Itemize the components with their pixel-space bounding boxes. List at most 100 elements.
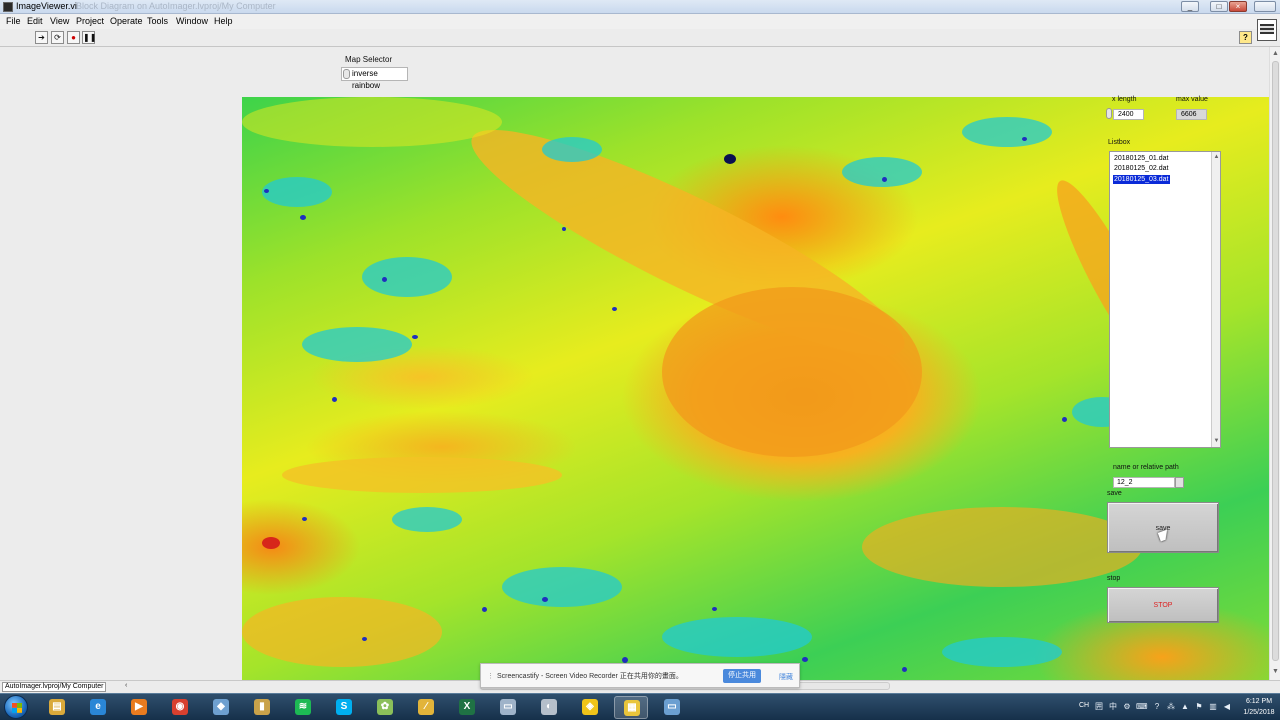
- drag-grip-icon[interactable]: ⋮: [487, 672, 494, 680]
- ime-icon[interactable]: 囲: [1094, 702, 1104, 712]
- menu-project[interactable]: Project: [76, 16, 104, 26]
- path-value: 12_2: [1117, 479, 1133, 486]
- windows-logo-icon: [12, 703, 22, 713]
- project-path: AutoImager.lvproj/My Computer: [2, 682, 107, 692]
- stop-sharing-button[interactable]: 停止共用: [723, 669, 761, 683]
- menu-bar: File Edit View Project Operate Tools Win…: [0, 14, 1280, 29]
- minimize-button[interactable]: _: [1181, 1, 1199, 12]
- chrome-icon: ◉: [172, 699, 188, 715]
- clock-date[interactable]: 1/25/2018: [1241, 709, 1277, 716]
- list-item[interactable]: 20180125_02.dat: [1113, 164, 1170, 173]
- scroll-thumb[interactable]: [1272, 61, 1279, 661]
- app-10-icon: ∕: [418, 699, 434, 715]
- taskbar-app-spotify[interactable]: ≋: [286, 696, 320, 719]
- vi-icon: [1257, 19, 1277, 41]
- taskbar-app-app-10[interactable]: ∕: [409, 696, 443, 719]
- listbox-scrollbar[interactable]: ▲ ▼: [1211, 152, 1220, 447]
- context-help-icon[interactable]: ?: [1239, 31, 1252, 44]
- save-button[interactable]: save: [1107, 502, 1219, 553]
- stop-button[interactable]: STOP: [1107, 587, 1219, 623]
- map-selector-label: Map Selector: [345, 55, 393, 64]
- menu-operate[interactable]: Operate: [110, 16, 143, 26]
- ime-keyboard-icon[interactable]: ⌨: [1136, 702, 1148, 712]
- list-item-selected[interactable]: 20180125_03.dat: [1113, 175, 1170, 184]
- start-button[interactable]: [4, 695, 28, 719]
- spotify-icon: ≋: [295, 699, 311, 715]
- volume-icon[interactable]: ◀: [1222, 702, 1232, 712]
- listbox-scroll-down-icon[interactable]: ▼: [1213, 437, 1220, 445]
- close-button[interactable]: ×: [1229, 1, 1247, 12]
- ring-increment-icon[interactable]: [343, 69, 350, 79]
- taskbar-app-skype[interactable]: S: [327, 696, 361, 719]
- scroll-up-icon[interactable]: ▲: [1271, 49, 1280, 58]
- network-icon[interactable]: ▥: [1208, 702, 1218, 712]
- menu-edit[interactable]: Edit: [27, 16, 43, 26]
- taskbar-app-labview[interactable]: ▦: [614, 696, 648, 719]
- vi-toolbar: ➔ ⟳ ● ❚❚ ?: [0, 29, 1280, 47]
- path-input[interactable]: 12_2: [1113, 477, 1184, 488]
- listbox-label: Listbox: [1108, 139, 1131, 146]
- app-5-icon: ◆: [213, 699, 229, 715]
- maximize-button[interactable]: □: [1210, 1, 1228, 12]
- clock-time[interactable]: 6:12 PM: [1241, 698, 1277, 705]
- run-arrow-icon[interactable]: ➔: [35, 31, 48, 44]
- taskbar-app-app-6[interactable]: ▮: [245, 696, 279, 719]
- x-length-label: x length: [1112, 96, 1137, 103]
- app-13-icon: ◐: [541, 699, 557, 715]
- scroll-down-icon[interactable]: ▼: [1271, 667, 1280, 676]
- status-arrow-icon[interactable]: ‹: [125, 682, 127, 689]
- taskbar-app-media-player[interactable]: ▶: [122, 696, 156, 719]
- ime-mode-icon[interactable]: 中: [1108, 702, 1118, 712]
- browse-folder-icon[interactable]: [1175, 477, 1184, 488]
- map-selector-ring[interactable]: inverse rainbow: [341, 67, 408, 90]
- taskbar-app-chrome[interactable]: ◉: [163, 696, 197, 719]
- window-title: ImageViewer.vi: [16, 1, 77, 11]
- app-14-icon: ◈: [582, 699, 598, 715]
- taskbar-app-app-14[interactable]: ◈: [573, 696, 607, 719]
- system-tray: CH 囲 中 ⚙ ⌨ ? ⁂ ▲ ⚑ ▥ ◀ 6:12 PM 1/25/2018: [1074, 694, 1280, 720]
- taskbar-app-app-5[interactable]: ◆: [204, 696, 238, 719]
- labview-app-icon: [3, 2, 13, 12]
- notification-message: Screencastify - Screen Video Recorder 正在…: [497, 673, 683, 680]
- x-length-input[interactable]: 2400: [1113, 109, 1144, 120]
- hide-link[interactable]: 隱藏: [779, 672, 793, 682]
- menu-help[interactable]: Help: [214, 16, 233, 26]
- taskbar-app-explorer[interactable]: ▤: [40, 696, 74, 719]
- window-titlebar: ImageViewer.vi Block Diagram on AutoImag…: [0, 0, 1280, 14]
- app-6-icon: ▮: [254, 699, 270, 715]
- run-continuously-icon[interactable]: ⟳: [51, 31, 64, 44]
- taskbar-app-excel[interactable]: X: [450, 696, 484, 719]
- taskbar-app-ie[interactable]: e: [81, 696, 115, 719]
- help-tray-icon[interactable]: ?: [1152, 702, 1162, 712]
- taskbar-app-app-9[interactable]: ✿: [368, 696, 402, 719]
- skype-icon: S: [336, 699, 352, 715]
- menu-file[interactable]: File: [6, 16, 21, 26]
- map-selector-value: inverse rainbow: [352, 69, 381, 90]
- path-label: name or relative path: [1113, 464, 1179, 471]
- file-listbox[interactable]: 20180125_01.dat 20180125_02.dat 20180125…: [1109, 151, 1221, 448]
- ime-extra-icon[interactable]: ⁂: [1166, 702, 1176, 712]
- menu-window[interactable]: Window: [176, 16, 208, 26]
- restore-button[interactable]: [1254, 1, 1276, 12]
- excel-icon: X: [459, 699, 475, 715]
- stop-label: stop: [1107, 575, 1121, 582]
- pause-icon[interactable]: ❚❚: [82, 31, 96, 44]
- listbox-scroll-up-icon[interactable]: ▲: [1213, 153, 1220, 161]
- input-language[interactable]: CH: [1079, 702, 1089, 709]
- x-length-increment-icon[interactable]: [1106, 108, 1112, 119]
- taskbar-app-app-13[interactable]: ◐: [532, 696, 566, 719]
- app-12-icon: ▭: [500, 699, 516, 715]
- list-item[interactable]: 20180125_01.dat: [1113, 154, 1170, 163]
- labview-icon: ▦: [624, 700, 640, 716]
- panel-vertical-scrollbar[interactable]: ▲ ▼: [1269, 47, 1280, 680]
- taskbar-app-app-16[interactable]: ▭: [655, 696, 689, 719]
- abort-icon[interactable]: ●: [67, 31, 80, 44]
- menu-view[interactable]: View: [50, 16, 69, 26]
- show-hidden-icons[interactable]: ▲: [1180, 702, 1190, 712]
- action-center-icon[interactable]: ⚑: [1194, 702, 1204, 712]
- taskbar-app-app-12[interactable]: ▭: [491, 696, 525, 719]
- ime-settings-icon[interactable]: ⚙: [1122, 702, 1132, 712]
- ie-icon: e: [90, 699, 106, 715]
- menu-tools[interactable]: Tools: [147, 16, 168, 26]
- app-16-icon: ▭: [664, 699, 680, 715]
